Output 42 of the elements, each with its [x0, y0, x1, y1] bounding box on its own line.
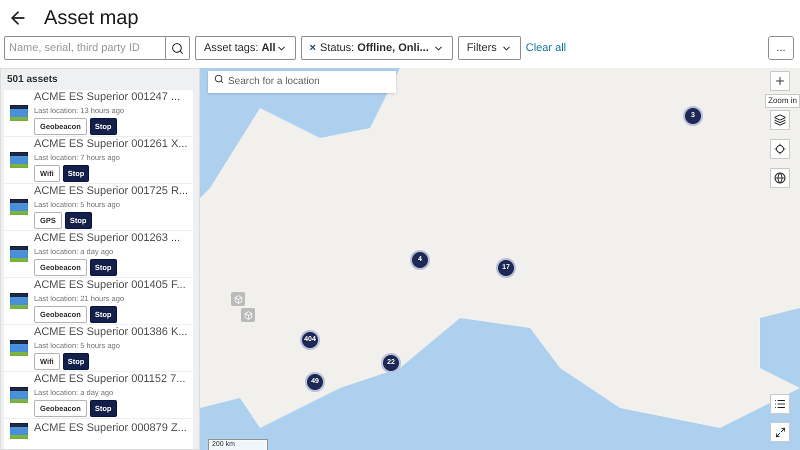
asset-name: ACME ES Superior 001247 ...	[34, 91, 180, 104]
location-search-field[interactable]: Search for a location	[208, 70, 396, 92]
asset-list-item[interactable]: ACME ES Superior 000879 Z...	[4, 419, 193, 449]
asset-name: ACME ES Superior 001263 ...	[34, 232, 180, 246]
asset-name: ACME ES Superior 000879 Z...	[34, 422, 187, 435]
search-button[interactable]	[166, 36, 190, 60]
locate-button[interactable]	[770, 139, 790, 159]
zoom-in-button[interactable]	[770, 71, 790, 91]
pallet-icon	[9, 339, 29, 357]
layers-button[interactable]	[770, 110, 790, 130]
asset-tags-dropdown[interactable]: Asset tags: All	[195, 36, 296, 60]
asset-name: ACME ES Superior 001152 7...	[34, 373, 186, 386]
pallet-icon	[9, 104, 29, 122]
zoom-tooltip: Zoom in	[765, 94, 800, 108]
asset-name: ACME ES Superior 001405 F...	[34, 279, 186, 292]
search-field[interactable]: Name, serial, third party ID	[4, 36, 166, 60]
asset-count: 501 assets	[6, 73, 59, 87]
pallet-icon	[9, 422, 29, 440]
asset-name: ACME ES Superior 001386 K...	[34, 326, 188, 340]
pallet-icon	[9, 198, 29, 216]
search-icon	[171, 42, 184, 54]
list-button[interactable]	[770, 394, 790, 414]
pallet-icon	[9, 292, 29, 310]
more-button[interactable]: ...	[768, 36, 794, 60]
asset-name: ACME ES Superior 001261 X...	[34, 138, 188, 152]
pallet-icon	[9, 245, 29, 263]
globe-icon	[774, 172, 786, 184]
plus-icon	[774, 75, 786, 87]
fullscreen-button[interactable]	[770, 422, 790, 442]
layers-icon	[774, 114, 786, 126]
status-filter-chip[interactable]: × Status: Offline, Onli...	[300, 36, 453, 60]
remove-filter-button[interactable]: ×	[310, 40, 316, 56]
pallet-icon	[9, 386, 29, 404]
pallet-icon	[9, 151, 29, 169]
filters-button[interactable]: Filters	[458, 36, 521, 60]
status-filter-label: Status: Offline, Onli...	[320, 40, 429, 56]
crosshair-icon	[774, 143, 786, 155]
clear-all-link[interactable]: Clear all	[526, 40, 566, 56]
globe-button[interactable]	[770, 168, 790, 188]
asset-name: ACME ES Superior 001725 R...	[34, 185, 188, 198]
page-title: Asset map	[44, 6, 138, 30]
expand-icon	[774, 426, 786, 438]
